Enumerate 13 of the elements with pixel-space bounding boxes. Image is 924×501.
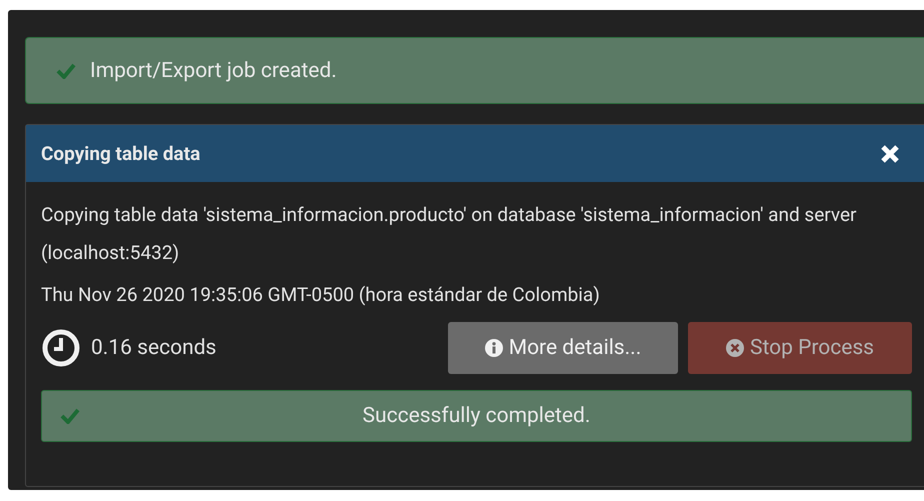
check-icon	[56, 62, 76, 78]
toast-message: Import/Export job created.	[90, 58, 337, 82]
clock-icon	[41, 328, 81, 368]
close-icon[interactable]	[880, 144, 900, 164]
status-message: Successfully completed.	[362, 404, 592, 428]
elapsed-time: 0.16 seconds	[91, 336, 218, 360]
timestamp: Thu Nov 26 2020 19:35:06 GMT-0500 (hora estándar de Colombia)	[41, 282, 601, 308]
close-circle-icon	[726, 339, 744, 357]
more-details-button[interactable]: More details...	[448, 322, 678, 374]
process-description: Copying table data 'sistema_informacion.producto' on database 'sistema_informacion' and server (localhost:5432)	[41, 202, 858, 266]
info-icon	[484, 339, 503, 357]
check-icon	[60, 408, 80, 424]
panel-title: Copying table data	[41, 142, 200, 165]
